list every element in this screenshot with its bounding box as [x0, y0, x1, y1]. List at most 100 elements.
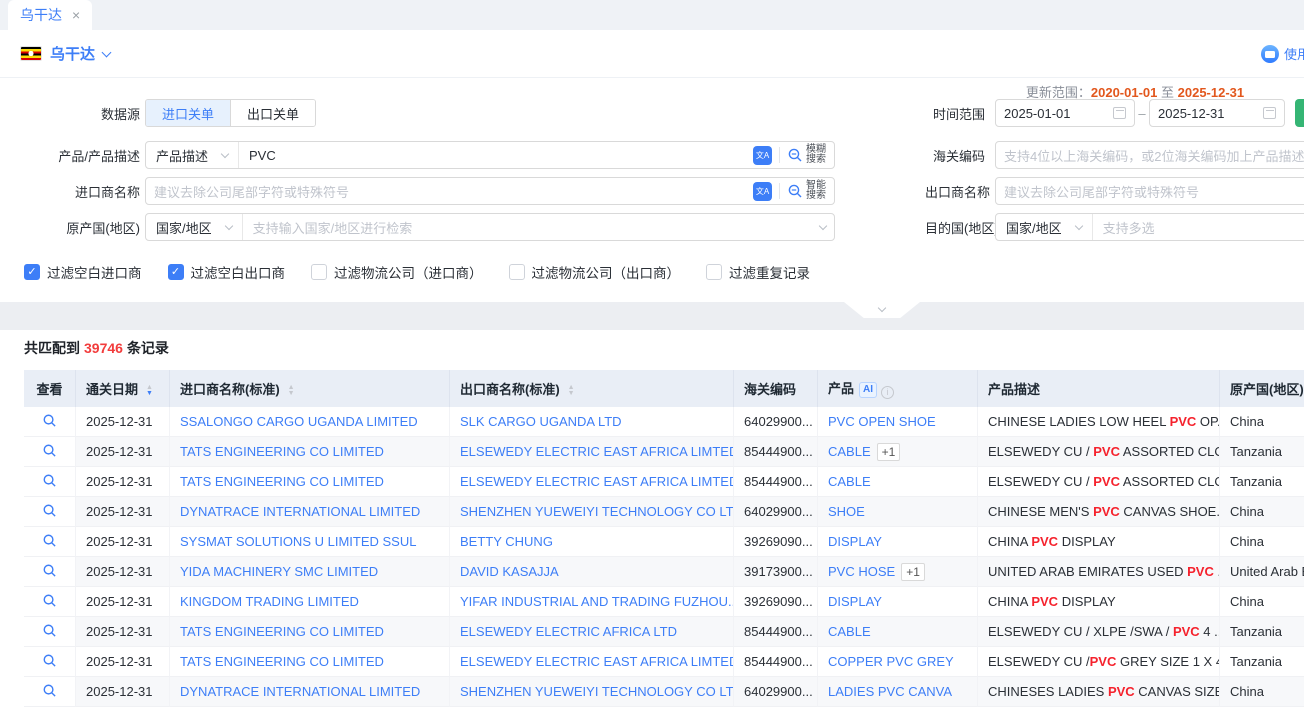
view-record-button[interactable]	[24, 527, 76, 557]
exporter-input[interactable]: 建议去除公司尾部字符或特殊符号	[995, 177, 1304, 205]
product-link[interactable]: SHOE	[828, 504, 865, 519]
checkbox-unchecked-icon[interactable]	[509, 264, 525, 280]
sort-control[interactable]: ▲▼	[146, 385, 153, 397]
tab-export-declarations[interactable]: 出口关单	[230, 100, 315, 126]
exporter-link[interactable]: ELSEWEDY ELECTRIC AFRICA LTD	[460, 624, 677, 639]
exporter-link[interactable]: SHENZHEN YUEWEIYI TECHNOLOGY CO LTD	[460, 684, 734, 699]
info-icon[interactable]: i	[881, 386, 894, 399]
destination-mode-select[interactable]: 国家/地区	[1004, 214, 1093, 240]
importer-link[interactable]: DYNATRACE INTERNATIONAL LIMITED	[180, 684, 420, 699]
importer-link[interactable]: KINGDOM TRADING LIMITED	[180, 594, 359, 609]
column-header-1[interactable]: 通关日期▲▼	[76, 370, 170, 407]
column-header-2[interactable]: 进口商名称(标准)▲▼	[170, 370, 450, 407]
filter-checkbox-1[interactable]: ✓过滤空白出口商	[168, 262, 286, 282]
column-header-5: 产品AIi	[818, 370, 978, 407]
smart-search-button[interactable]: 智能搜索	[787, 181, 826, 201]
end-date-input[interactable]: 2025-12-31	[1149, 99, 1285, 127]
tab-import-declarations[interactable]: 进口关单	[146, 100, 230, 126]
product-link[interactable]: COPPER PVC GREY	[828, 654, 954, 669]
product-link[interactable]: DISPLAY	[828, 534, 882, 549]
table-row: 2025-12-31YIDA MACHINERY SMC LIMITEDDAVI…	[24, 557, 1304, 587]
importer-link[interactable]: TATS ENGINEERING CO LIMITED	[180, 654, 384, 669]
time-range-label: 时间范围	[925, 104, 985, 123]
checkbox-checked-icon[interactable]: ✓	[168, 264, 184, 280]
hs-code-input[interactable]: 支持4位以上海关编码，或2位海关编码加上产品描述、企业名称等	[995, 141, 1304, 169]
exporter-link[interactable]: ELSEWEDY ELECTRIC EAST AFRICA LIMTED	[460, 654, 734, 669]
view-record-button[interactable]	[24, 617, 76, 647]
checkbox-unchecked-icon[interactable]	[706, 264, 722, 280]
search-button-partial[interactable]	[1295, 99, 1304, 127]
product-field-select[interactable]: 产品描述	[154, 142, 239, 168]
magnifier-icon	[42, 443, 57, 458]
exporter-link[interactable]: ELSEWEDY ELECTRIC EAST AFRICA LIMTED	[460, 474, 734, 489]
importer-link[interactable]: SSALONGO CARGO UGANDA LIMITED	[180, 414, 418, 429]
view-record-button[interactable]	[24, 437, 76, 467]
country-selector[interactable]: 乌干达	[50, 43, 95, 64]
tab-title: 乌干达	[20, 5, 62, 25]
view-record-button[interactable]	[24, 647, 76, 677]
start-date-input[interactable]: 2025-01-01	[995, 99, 1135, 127]
results-table: 查看通关日期▲▼进口商名称(标准)▲▼出口商名称(标准)▲▼海关编码产品AIi产…	[24, 370, 1304, 707]
product-link[interactable]: PVC HOSE	[828, 564, 895, 579]
help-link[interactable]: 使用	[1261, 44, 1304, 63]
importer-link[interactable]: SYSMAT SOLUTIONS U LIMITED SSUL	[180, 534, 416, 549]
checkbox-unchecked-icon[interactable]	[311, 264, 327, 280]
more-products-tag[interactable]: +1	[901, 563, 925, 581]
magnifier-icon	[42, 503, 57, 518]
importer-link[interactable]: TATS ENGINEERING CO LIMITED	[180, 474, 384, 489]
destination-country-select[interactable]: 国家/地区 支持多选	[995, 213, 1304, 241]
view-record-button[interactable]	[24, 467, 76, 497]
origin-country-select[interactable]: 国家/地区 支持输入国家/地区进行检索	[145, 213, 835, 241]
view-record-button[interactable]	[24, 677, 76, 707]
column-label: 产品	[828, 381, 854, 396]
filter-checkbox-3[interactable]: 过滤物流公司（出口商）	[509, 262, 681, 282]
exporter-link[interactable]: YIFAR INDUSTRIAL AND TRADING FUZHOU...	[460, 594, 734, 609]
exporter-link[interactable]: ELSEWEDY ELECTRIC EAST AFRICA LIMTED	[460, 444, 734, 459]
table-row: 2025-12-31TATS ENGINEERING CO LIMITEDELS…	[24, 437, 1304, 467]
checkbox-checked-icon[interactable]: ✓	[24, 264, 40, 280]
exporter-link[interactable]: DAVID KASAJJA	[460, 564, 559, 579]
product-link[interactable]: PVC OPEN SHOE	[828, 414, 936, 429]
importer-link[interactable]: TATS ENGINEERING CO LIMITED	[180, 624, 384, 639]
filter-checkbox-2[interactable]: 过滤物流公司（进口商）	[311, 262, 483, 282]
importer-link[interactable]: DYNATRACE INTERNATIONAL LIMITED	[180, 504, 420, 519]
product-search-input[interactable]: 产品描述 PVC 文A 模糊搜索	[145, 141, 835, 169]
divider	[779, 183, 780, 199]
product-link[interactable]: CABLE	[828, 444, 871, 459]
view-record-button[interactable]	[24, 587, 76, 617]
translate-icon[interactable]: 文A	[753, 182, 772, 201]
magnifier-icon	[42, 473, 57, 488]
importer-input[interactable]: 建议去除公司尾部字符或特殊符号 文A 智能搜索	[145, 177, 835, 205]
chevron-down-icon[interactable]	[102, 47, 112, 57]
filter-checkbox-4[interactable]: 过滤重复记录	[706, 262, 810, 282]
filter-checkbox-0[interactable]: ✓过滤空白进口商	[24, 262, 142, 282]
product-link[interactable]: LADIES PVC CANVA	[828, 684, 952, 699]
origin-country-cell: China	[1220, 407, 1304, 437]
product-link[interactable]: DISPLAY	[828, 594, 882, 609]
exporter-link[interactable]: SLK CARGO UGANDA LTD	[460, 414, 622, 429]
destination-label: 目的国(地区)	[925, 218, 985, 237]
view-record-button[interactable]	[24, 557, 76, 587]
magnifier-icon	[787, 183, 803, 199]
translate-icon[interactable]: 文A	[753, 146, 772, 165]
column-header-0: 查看	[24, 370, 76, 407]
fuzzy-search-button[interactable]: 模糊搜索	[787, 145, 826, 165]
importer-link[interactable]: TATS ENGINEERING CO LIMITED	[180, 444, 384, 459]
magnifier-icon	[42, 593, 57, 608]
exporter-link[interactable]: SHENZHEN YUEWEIYI TECHNOLOGY CO LTD	[460, 504, 734, 519]
importer-link[interactable]: YIDA MACHINERY SMC LIMITED	[180, 564, 378, 579]
more-products-tag[interactable]: +1	[877, 443, 901, 461]
product-link[interactable]: CABLE	[828, 474, 871, 489]
sort-control[interactable]: ▲▼	[568, 385, 575, 397]
sort-control[interactable]: ▲▼	[288, 385, 295, 397]
origin-mode-select[interactable]: 国家/地区	[154, 214, 243, 240]
tab-uganda[interactable]: 乌干达 ×	[8, 0, 92, 30]
product-cell: CABLE +1	[818, 437, 978, 467]
close-icon[interactable]: ×	[72, 8, 80, 22]
column-label: 原产国(地区)	[1230, 382, 1304, 397]
column-header-3[interactable]: 出口商名称(标准)▲▼	[450, 370, 734, 407]
view-record-button[interactable]	[24, 497, 76, 527]
product-link[interactable]: CABLE	[828, 624, 871, 639]
view-record-button[interactable]	[24, 407, 76, 437]
exporter-link[interactable]: BETTY CHUNG	[460, 534, 553, 549]
